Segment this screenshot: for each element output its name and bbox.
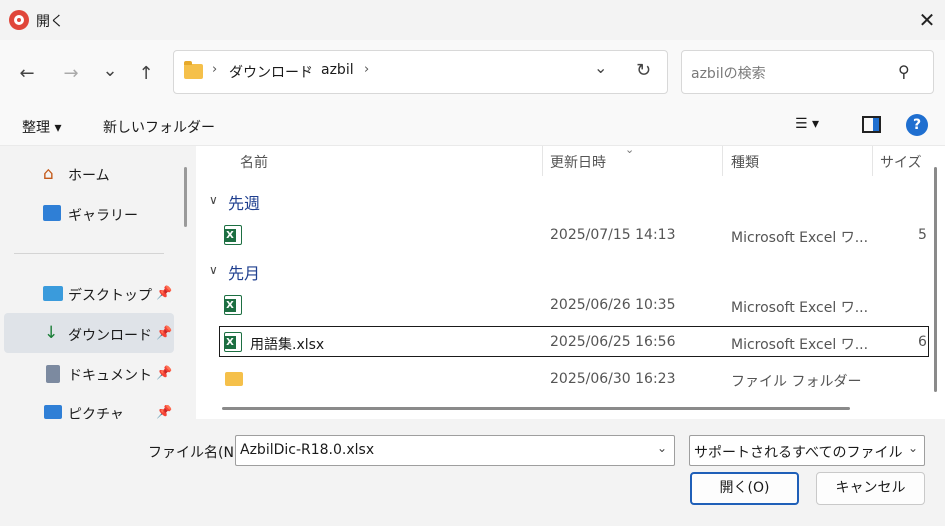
download-icon: ↓ xyxy=(44,323,59,343)
app-icon xyxy=(9,10,29,30)
pin-icon[interactable]: 📌 xyxy=(156,366,172,381)
address-dropdown-icon[interactable]: ⌄ xyxy=(594,58,607,77)
excel-icon xyxy=(224,332,242,352)
filename-label: ファイル名(N): xyxy=(148,445,245,461)
search-icon[interactable]: ⚲ xyxy=(898,62,910,81)
column-divider[interactable] xyxy=(722,146,723,176)
pin-icon[interactable]: 📌 xyxy=(156,405,172,419)
file-type: Microsoft Excel ワ... xyxy=(731,337,869,353)
folder-icon xyxy=(184,61,203,79)
pin-icon[interactable]: 📌 xyxy=(156,326,172,341)
forward-arrow-icon[interactable]: → xyxy=(57,60,85,88)
sidebar-item-downloads[interactable]: ダウンロード xyxy=(68,325,152,345)
filetype-value[interactable]: サポートされるすべてのファイル (*.csv; xyxy=(694,442,904,462)
horizontal-scrollbar[interactable] xyxy=(222,407,850,410)
column-divider[interactable] xyxy=(542,146,543,176)
new-folder-button[interactable]: 新しいフォルダー xyxy=(103,117,215,137)
breadcrumb-downloads[interactable]: ダウンロード xyxy=(229,62,313,82)
file-date: 2025/06/30 16:23 xyxy=(550,371,676,387)
preview-pane-icon[interactable] xyxy=(862,116,881,133)
organize-button[interactable]: 整理 ▾ xyxy=(22,117,61,137)
sidebar-scrollbar[interactable] xyxy=(184,167,187,227)
file-type: Microsoft Excel ワ... xyxy=(731,300,869,316)
chevron-right-icon[interactable]: › xyxy=(212,62,217,77)
chevron-right-icon[interactable]: › xyxy=(306,62,311,77)
refresh-icon[interactable]: ↻ xyxy=(636,60,651,81)
file-size: 5 xyxy=(918,227,927,243)
column-header-date[interactable]: 更新日時 xyxy=(550,152,606,172)
file-name[interactable]: 用語集.xlsx xyxy=(250,334,324,354)
group-collapse-icon[interactable]: ∨ xyxy=(209,263,218,277)
column-header-type[interactable]: 種類 xyxy=(731,152,759,172)
file-size: 6 xyxy=(918,334,927,350)
close-icon[interactable]: ✕ xyxy=(913,6,941,34)
chevron-down-icon[interactable]: ⌄ xyxy=(908,441,918,455)
view-menu-icon[interactable]: ☰ ▾ xyxy=(795,116,819,132)
folder-icon xyxy=(225,372,243,386)
file-date: 2025/06/26 10:35 xyxy=(550,297,676,313)
window-title: 開く xyxy=(36,14,64,30)
open-button[interactable]: 開く(O) xyxy=(690,472,799,505)
filename-value[interactable]: AzbilDic-R18.0.xlsx xyxy=(240,442,374,458)
chevron-right-icon[interactable]: › xyxy=(364,62,369,77)
back-arrow-icon[interactable]: ← xyxy=(13,60,41,88)
sidebar-item-pictures[interactable]: ピクチャ xyxy=(68,404,124,419)
cancel-button[interactable]: キャンセル xyxy=(816,472,925,505)
sidebar-item-home[interactable]: ホーム xyxy=(68,165,110,185)
pin-icon[interactable]: 📌 xyxy=(156,286,172,301)
group-header-last-week[interactable]: 先週 xyxy=(228,190,260,214)
column-header-size[interactable]: サイズ xyxy=(880,152,922,172)
search-input[interactable]: azbilの検索 xyxy=(691,63,766,83)
column-header-name[interactable]: 名前 xyxy=(240,152,268,172)
group-collapse-icon[interactable]: ∨ xyxy=(209,193,218,207)
document-icon xyxy=(46,365,60,383)
up-arrow-icon[interactable]: ↑ xyxy=(132,60,160,88)
desktop-icon xyxy=(43,286,63,301)
file-type: Microsoft Excel ワ... xyxy=(731,230,869,246)
chevron-down-icon[interactable]: ⌄ xyxy=(657,441,667,455)
excel-icon xyxy=(224,295,242,315)
breadcrumb-azbil[interactable]: azbil xyxy=(321,62,354,78)
home-icon: ⌂ xyxy=(43,164,54,184)
help-icon[interactable]: ? xyxy=(906,114,928,136)
vertical-scrollbar[interactable] xyxy=(934,167,937,392)
file-date: 2025/07/15 14:13 xyxy=(550,227,676,243)
sidebar-divider xyxy=(14,253,164,254)
file-date: 2025/06/25 16:56 xyxy=(550,334,676,350)
sidebar-item-gallery[interactable]: ギャラリー xyxy=(68,205,138,225)
excel-icon xyxy=(224,225,242,245)
title-bar xyxy=(0,0,945,40)
sort-indicator-icon: ⌄ xyxy=(625,143,635,156)
column-divider[interactable] xyxy=(872,146,873,176)
gallery-icon xyxy=(43,205,61,221)
sidebar-item-documents[interactable]: ドキュメント xyxy=(68,365,152,385)
picture-icon xyxy=(44,405,62,419)
sidebar-item-desktop[interactable]: デスクトップ xyxy=(68,285,152,305)
file-type: ファイル フォルダー xyxy=(731,374,862,390)
group-header-last-month[interactable]: 先月 xyxy=(228,260,260,284)
recent-locations-icon[interactable]: ⌄ xyxy=(96,57,124,85)
